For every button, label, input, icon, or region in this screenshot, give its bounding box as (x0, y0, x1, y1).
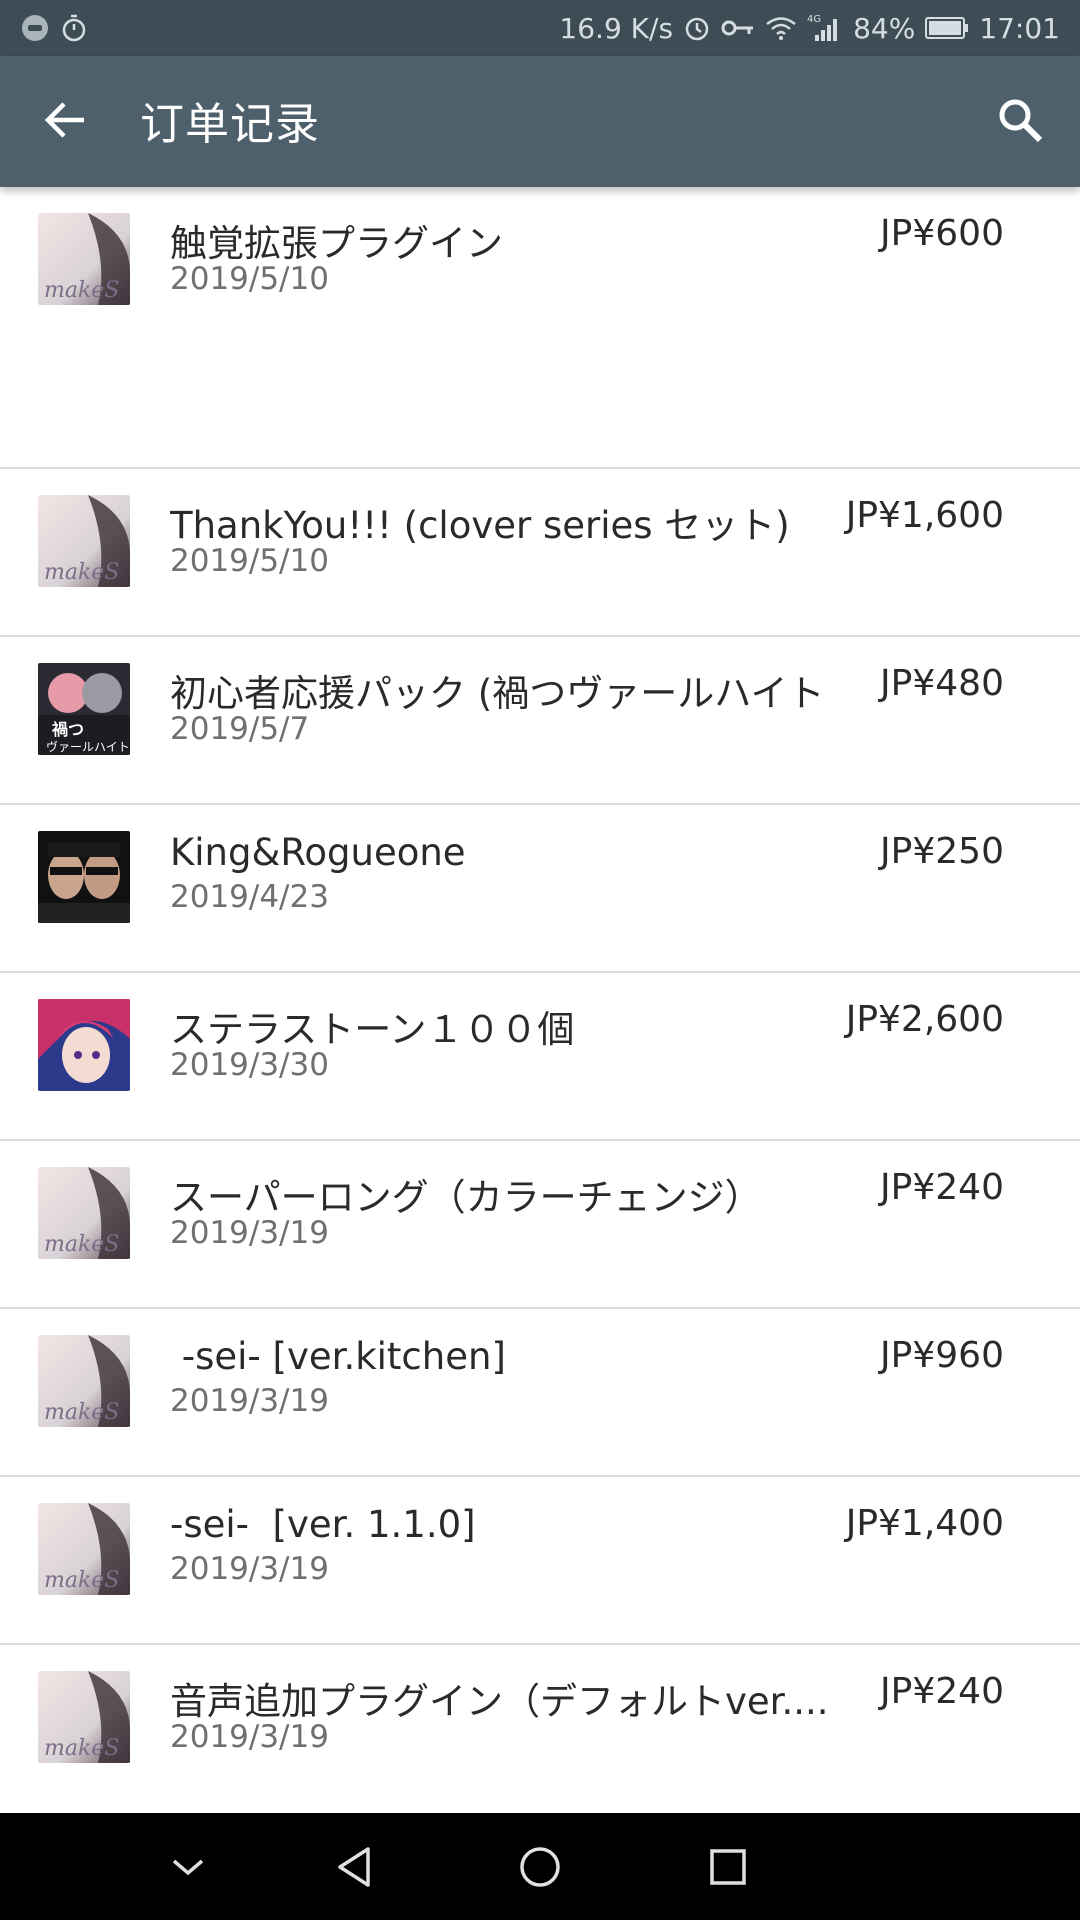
order-price: JP¥1,400 (845, 1503, 1004, 1544)
svg-text:makeS: makeS (44, 1232, 119, 1257)
order-title: 音声追加プラグイン（デフォルトver.... (170, 1680, 829, 1723)
order-title: スーパーロング（カラーチェンジ） (170, 1176, 762, 1219)
nav-recents-button[interactable] (700, 1839, 756, 1895)
valheit-art-thumbnail: 禍つ ヴァールハイト (38, 663, 130, 755)
svg-text:禍つ: 禍つ (52, 720, 84, 739)
order-row[interactable]: 禍つ ヴァールハイト 初心者応援パック (禍つヴァールハイト 2019/5/7 J… (0, 637, 1080, 805)
makes-logo-thumbnail: makeS (38, 1503, 130, 1595)
order-title: 初心者応援パック (禍つヴァールハイト (170, 672, 825, 715)
navigation-bar (0, 1813, 1080, 1920)
svg-text:makeS: makeS (44, 278, 119, 303)
makes-logo-thumbnail: makeS (38, 213, 130, 305)
order-price: JP¥480 (880, 663, 1004, 704)
page-title: 订单记录 (140, 99, 320, 150)
makes-logo-thumbnail: makeS (38, 1671, 130, 1763)
order-title: 触覚拡張プラグイン (170, 222, 503, 265)
recents-square-icon (710, 1849, 746, 1885)
order-price: JP¥240 (880, 1671, 1004, 1712)
app-bar: 订单记录 (0, 56, 1080, 187)
back-button[interactable] (38, 92, 94, 148)
wifi-icon (765, 15, 797, 41)
order-row[interactable]: makeS -sei- [ver. 1.1.0] 2019/3/19 JP¥1,… (0, 1477, 1080, 1645)
order-row[interactable]: makeS 触覚拡張プラグイン 2019/5/10 JP¥600 (0, 187, 1080, 469)
nav-home-button[interactable] (512, 1839, 568, 1895)
game-icon (20, 13, 50, 43)
hide-nav-button[interactable] (160, 1839, 216, 1895)
status-bar-left (20, 13, 88, 43)
svg-text:makeS: makeS (44, 560, 119, 585)
order-row[interactable]: makeS 音声追加プラグイン（デフォルトver.... 2019/3/19 J… (0, 1645, 1080, 1813)
search-button[interactable] (990, 90, 1050, 150)
back-triangle-icon (338, 1847, 370, 1887)
order-price: JP¥250 (880, 831, 1004, 872)
battery-percent: 84% (853, 11, 916, 45)
battery-icon (925, 16, 969, 40)
order-date: 2019/5/10 (170, 543, 329, 579)
king-rogueone-art-thumbnail (38, 831, 130, 923)
order-date: 2019/5/10 (170, 261, 329, 297)
order-price: JP¥600 (880, 213, 1004, 254)
order-row[interactable]: makeS ThankYou!!! (clover series セット) 20… (0, 469, 1080, 637)
order-row[interactable]: ステラストーン１００個 2019/3/30 JP¥2,600 (0, 973, 1080, 1141)
order-row[interactable]: makeS スーパーロング（カラーチェンジ） 2019/3/19 JP¥240 (0, 1141, 1080, 1309)
svg-text:ヴァールハイト: ヴァールハイト (46, 739, 130, 754)
makes-logo-thumbnail: makeS (38, 495, 130, 587)
search-icon (999, 99, 1043, 143)
nav-back-button[interactable] (326, 1839, 382, 1895)
order-price: JP¥1,600 (845, 495, 1004, 536)
order-price: JP¥2,600 (845, 999, 1004, 1040)
home-circle-icon (520, 1847, 560, 1887)
order-date: 2019/3/19 (170, 1383, 329, 1419)
svg-text:makeS: makeS (44, 1736, 119, 1761)
order-title: -sei- [ver. 1.1.0] (170, 1503, 476, 1546)
order-date: 2019/3/19 (170, 1215, 329, 1251)
svg-text:makeS: makeS (44, 1400, 119, 1425)
svg-text:makeS: makeS (44, 1568, 119, 1593)
order-price: JP¥960 (880, 1335, 1004, 1376)
order-date: 2019/3/19 (170, 1551, 329, 1587)
order-date: 2019/5/7 (170, 711, 310, 747)
stopwatch-icon (60, 13, 88, 43)
network-type-label: 4G (807, 14, 821, 25)
makes-logo-thumbnail: makeS (38, 1167, 130, 1259)
order-row[interactable]: makeS -sei- [ver.kitchen] 2019/3/19 JP¥9… (0, 1309, 1080, 1477)
order-title: King&Rogueone (170, 831, 466, 874)
pink-hair-art-thumbnail (38, 999, 130, 1091)
order-title: ThankYou!!! (clover series セット) (170, 504, 790, 547)
order-row[interactable]: King&Rogueone 2019/4/23 JP¥250 (0, 805, 1080, 973)
order-list: makeS 触覚拡張プラグイン 2019/5/10 JP¥600 makeS T… (0, 187, 1080, 1813)
alarm-icon (683, 13, 711, 43)
clock: 17:01 (979, 11, 1060, 45)
order-title: -sei- [ver.kitchen] (170, 1335, 506, 1378)
order-date: 2019/3/30 (170, 1047, 329, 1083)
arrow-left-icon (44, 102, 84, 138)
makes-logo-thumbnail: makeS (38, 1335, 130, 1427)
order-price: JP¥240 (880, 1167, 1004, 1208)
net-speed: 16.9 K/s (559, 11, 674, 45)
status-bar: 16.9 K/s 4G 84% 17:01 (0, 0, 1080, 56)
order-date: 2019/3/19 (170, 1719, 329, 1755)
chevron-down-icon (172, 1859, 204, 1876)
status-bar-right: 16.9 K/s 4G 84% 17:01 (559, 12, 1060, 45)
order-date: 2019/4/23 (170, 879, 329, 915)
signal-icon: 4G (807, 13, 843, 43)
order-title: ステラストーン１００個 (170, 1008, 575, 1051)
key-icon (721, 16, 755, 40)
